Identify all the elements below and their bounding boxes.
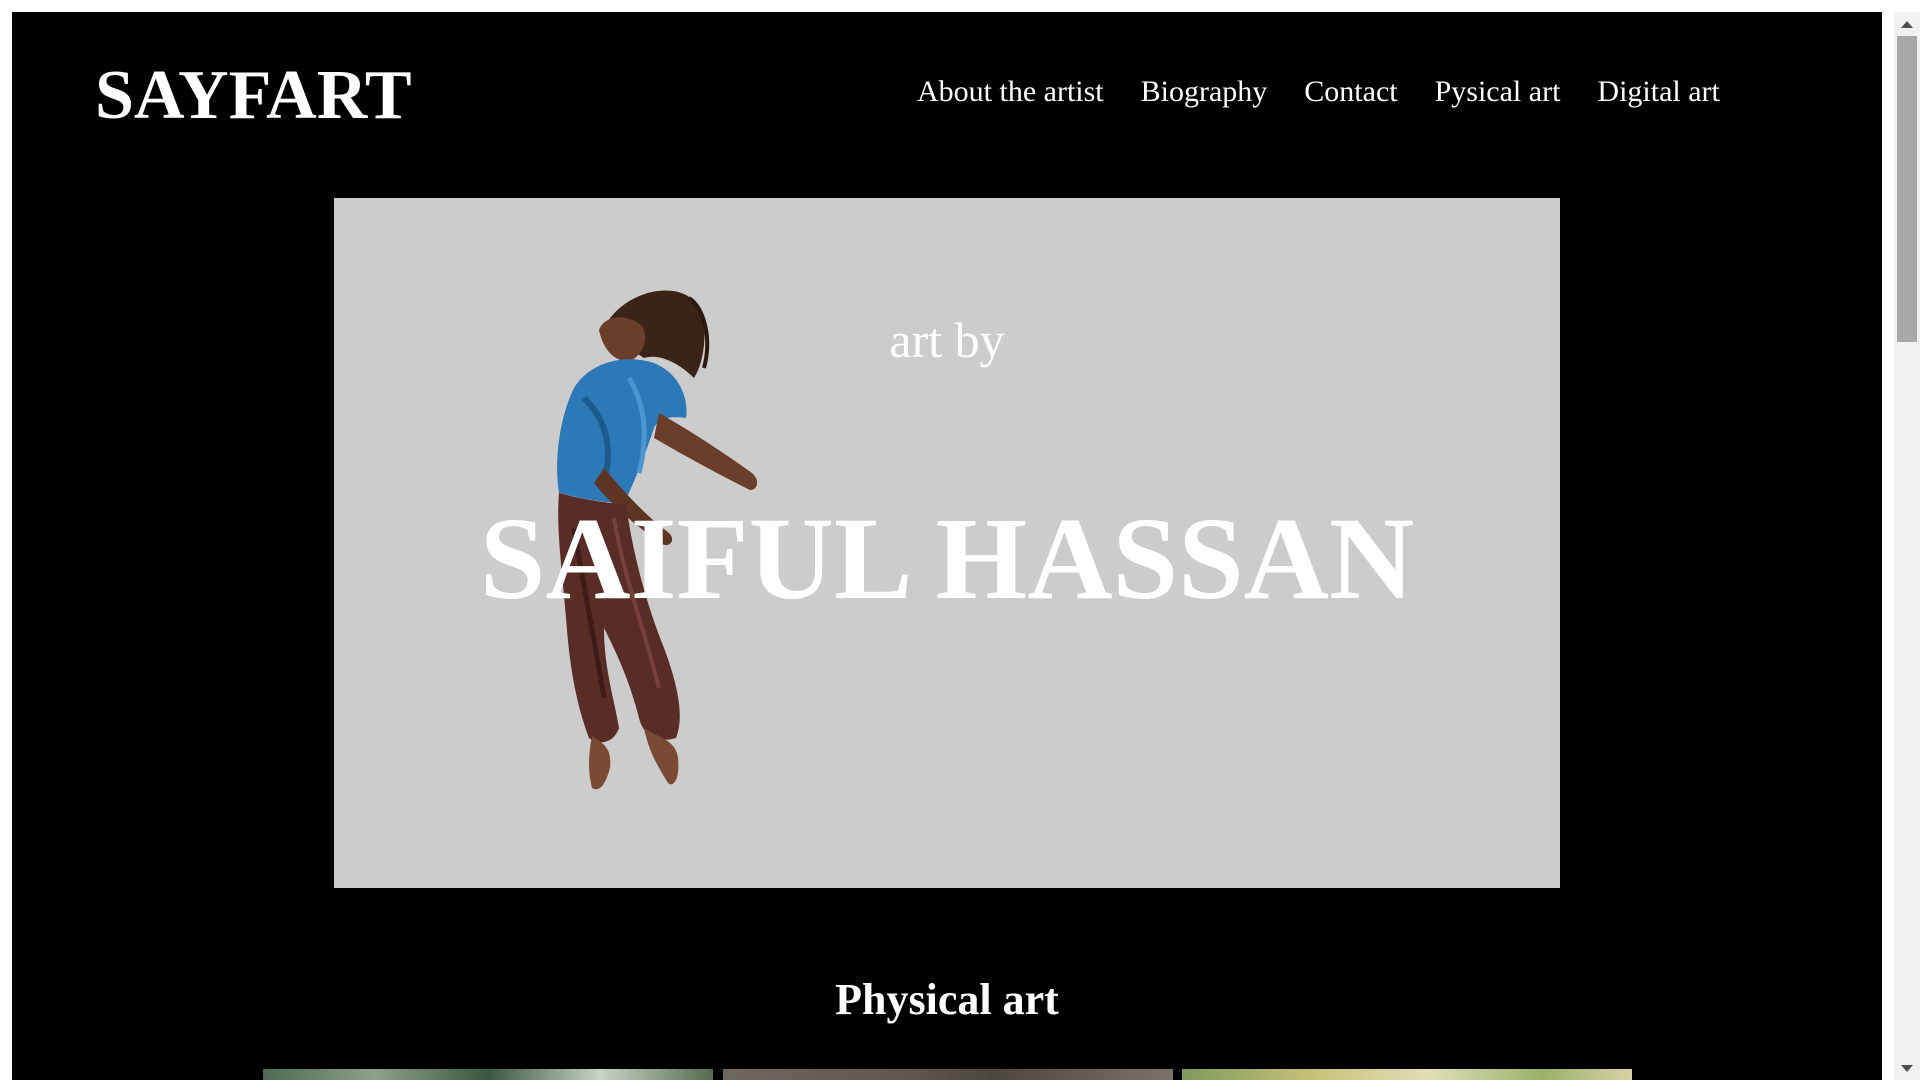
artwork-thumbnail-2[interactable] [723, 1069, 1173, 1080]
hero-artist-name: SAIFUL HASSAN [479, 493, 1415, 624]
nav-link-about-the-artist[interactable]: About the artist [917, 74, 1104, 110]
section-heading-physical-art: Physical art [835, 975, 1059, 1024]
nav-link-digital-art[interactable]: Digital art [1597, 74, 1719, 110]
hero-banner: art by SAIFUL HASSAN [334, 198, 1560, 888]
figure-foot-left [589, 736, 611, 790]
scrollbar-thumb[interactable] [1897, 36, 1917, 342]
page-viewport: SAYFART About the artist Biography Conta… [12, 12, 1882, 1080]
hero-subtitle: art by [889, 312, 1005, 368]
main-nav: About the artist Biography Contact Pysic… [917, 74, 1720, 110]
scroll-down-arrow-icon[interactable] [1894, 1056, 1920, 1080]
figure-arm-right [654, 413, 758, 490]
artwork-thumbnail-3[interactable] [1182, 1069, 1632, 1080]
artwork-thumbnail-1[interactable] [263, 1069, 713, 1080]
nav-link-physical-art[interactable]: Pysical art [1435, 74, 1561, 110]
nav-link-biography[interactable]: Biography [1141, 74, 1268, 110]
site-logo[interactable]: SAYFART [95, 54, 412, 138]
vertical-scrollbar[interactable] [1894, 12, 1920, 1080]
nav-link-contact[interactable]: Contact [1304, 74, 1397, 110]
scroll-up-arrow-icon[interactable] [1894, 12, 1920, 36]
